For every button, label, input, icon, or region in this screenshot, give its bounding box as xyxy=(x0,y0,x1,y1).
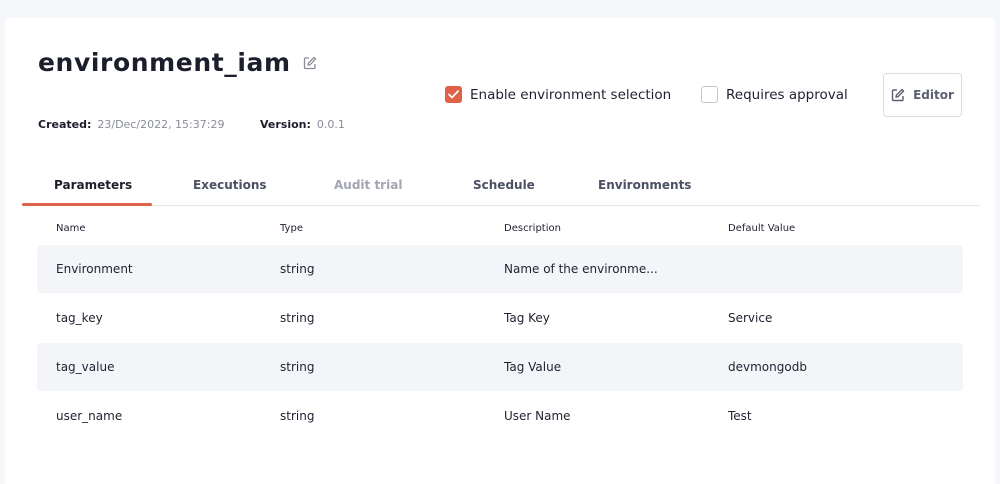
cell-description: Tag Key xyxy=(504,311,550,325)
requires-approval-label: Requires approval xyxy=(726,86,848,103)
active-tab-indicator xyxy=(22,203,152,206)
column-header-name: Name xyxy=(56,223,86,234)
tab-environments[interactable]: Environments xyxy=(598,178,691,192)
checkbox-checked-icon[interactable] xyxy=(445,86,462,103)
cell-default-value: Test xyxy=(728,409,752,423)
version-label: Version: xyxy=(260,118,311,131)
cell-name: tag_key xyxy=(56,311,103,325)
editor-button-label: Editor xyxy=(913,88,954,102)
version-info: Version: 0.0.1 xyxy=(260,118,345,131)
tab-parameters[interactable]: Parameters xyxy=(54,178,132,192)
tab-executions[interactable]: Executions xyxy=(193,178,267,192)
page-title: environment_iam xyxy=(38,48,291,77)
checkbox-unchecked-icon[interactable] xyxy=(701,86,718,103)
cell-type: string xyxy=(280,311,315,325)
created-value: 23/Dec/2022, 15:37:29 xyxy=(97,118,225,131)
requires-approval-checkbox[interactable]: Requires approval xyxy=(701,86,848,103)
cell-type: string xyxy=(280,262,315,276)
tab-schedule[interactable]: Schedule xyxy=(473,178,535,192)
cell-type: string xyxy=(280,360,315,374)
table-row[interactable]: Environment string Name of the environme… xyxy=(37,245,963,293)
tab-bar: Parameters Executions Audit trial Schedu… xyxy=(22,168,980,206)
created-info: Created: 23/Dec/2022, 15:37:29 xyxy=(38,118,224,131)
cell-name: Environment xyxy=(56,262,133,276)
main-card: environment_iam Created: 23/Dec/2022, 15… xyxy=(5,18,995,484)
column-header-type: Type xyxy=(280,223,303,234)
cell-name: user_name xyxy=(56,409,123,423)
edit-icon xyxy=(891,88,905,102)
enable-env-selection-label: Enable environment selection xyxy=(470,86,672,103)
column-header-description: Description xyxy=(504,223,561,234)
cell-description: Tag Value xyxy=(504,360,562,374)
edit-title-icon[interactable] xyxy=(303,56,317,70)
table-row[interactable]: user_name string User Name Test xyxy=(37,392,963,440)
version-value: 0.0.1 xyxy=(316,118,345,131)
editor-button[interactable]: Editor xyxy=(883,73,962,117)
cell-name: tag_value xyxy=(56,360,115,374)
title-row: environment_iam xyxy=(38,48,317,77)
enable-env-selection-checkbox[interactable]: Enable environment selection xyxy=(445,86,671,103)
created-label: Created: xyxy=(38,118,92,131)
cell-description: Name of the environme... xyxy=(504,262,658,276)
tab-audit-trial[interactable]: Audit trial xyxy=(334,178,402,192)
cell-description: User Name xyxy=(504,409,571,423)
cell-default-value: Service xyxy=(728,311,773,325)
table-row[interactable]: tag_key string Tag Key Service xyxy=(37,294,963,342)
table-row[interactable]: tag_value string Tag Value devmongodb xyxy=(37,343,963,391)
column-header-default-value: Default Value xyxy=(728,223,796,234)
cell-type: string xyxy=(280,409,315,423)
cell-default-value: devmongodb xyxy=(728,360,807,374)
